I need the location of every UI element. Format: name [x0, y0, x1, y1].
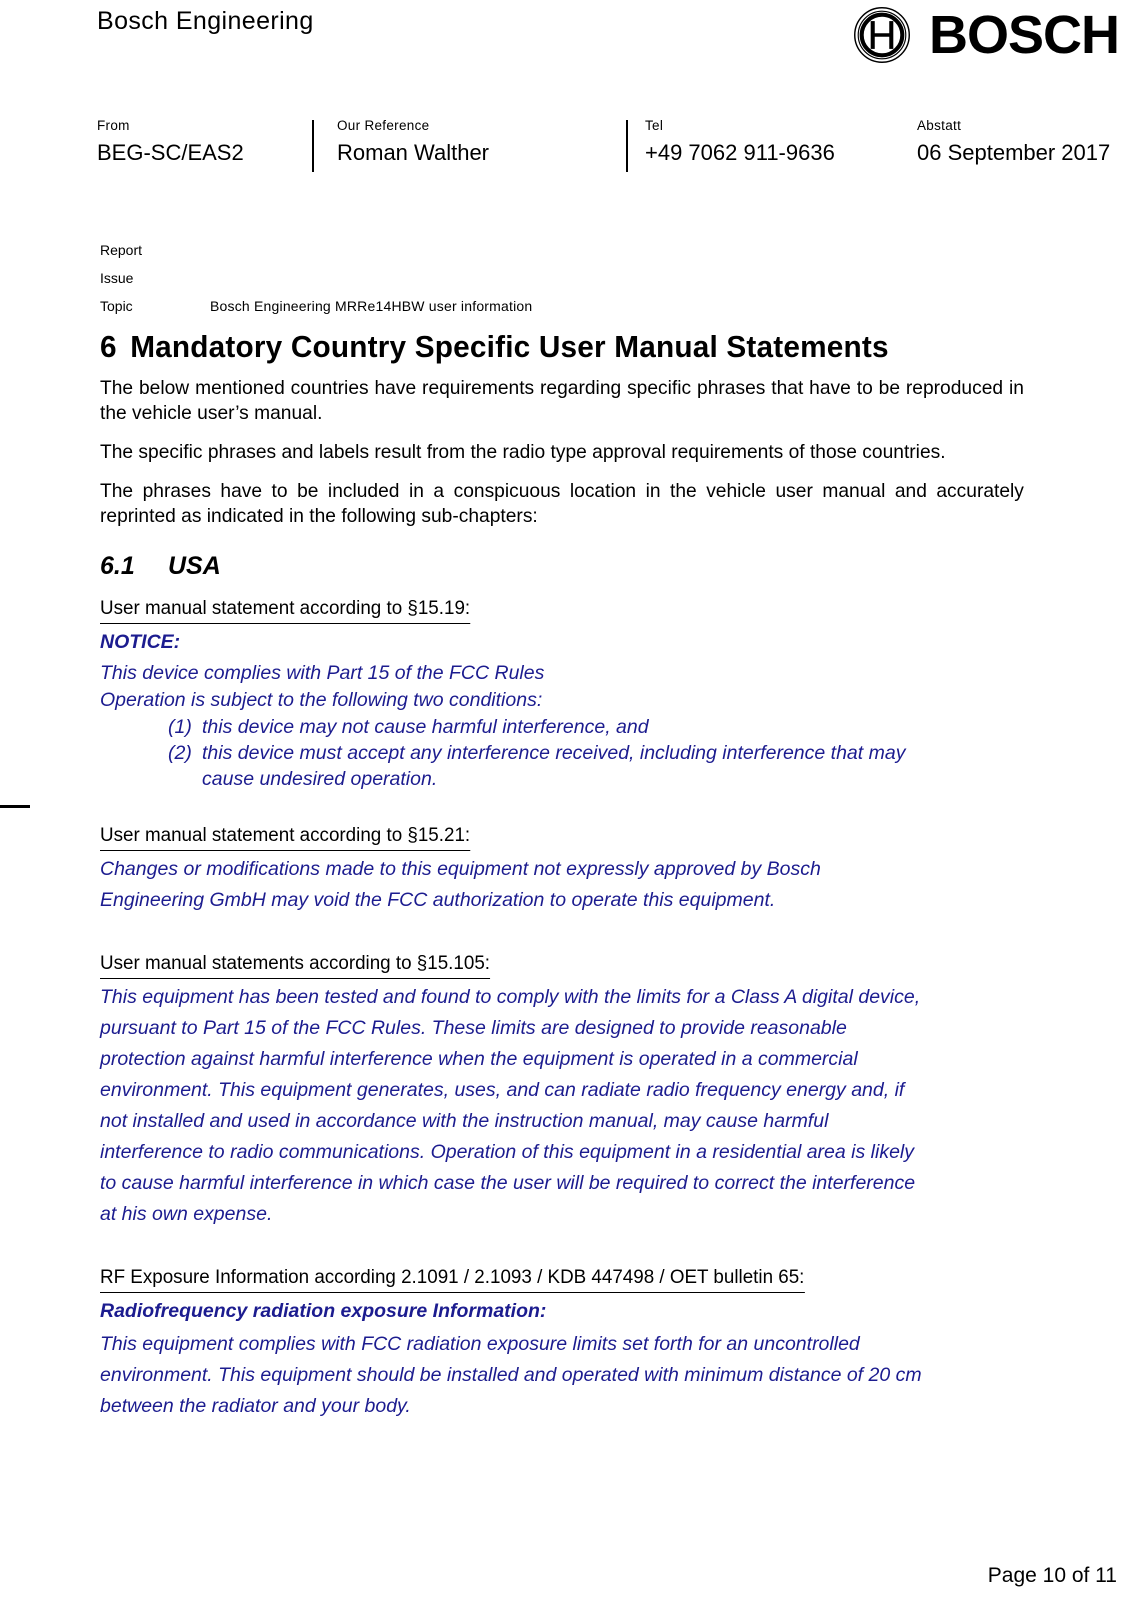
meta-divider-1 [312, 120, 314, 172]
doc-meta-report: Report [100, 236, 1000, 264]
meta-value-our-reference: Roman Walther [337, 140, 490, 165]
doc-meta-topic: Topic Bosch Engineering MRRe14HBW user i… [100, 292, 1000, 320]
bosch-circle-anchor-logo-icon [853, 6, 911, 64]
intro-paragraph-2: The specific phrases and labels result f… [100, 441, 946, 463]
statement-15-105-line-2: pursuant to Part 15 of the FCC Rules. Th… [100, 1017, 847, 1039]
meta-label-our-reference: Our Reference [337, 118, 430, 133]
spacer-after-15-21 [100, 916, 1038, 950]
meta-field-our-reference: Our Reference Roman Walther [337, 118, 627, 168]
condition-marker-1: (1) [168, 716, 192, 738]
bosch-logo: BOSCH [853, 5, 1120, 65]
meta-label-tel: Tel [645, 118, 664, 133]
chapter-heading: 6 Mandatory Country Specific User Manual … [100, 328, 1000, 366]
spacer-after-15-19 [100, 792, 1038, 822]
chapter-title: Mandatory Country Specific User Manual S… [130, 329, 889, 364]
bosch-wordmark: BOSCH [928, 5, 1120, 65]
letterhead-meta-row: From BEG-SC/EAS2 Our Reference Roman Wal… [97, 118, 1127, 174]
meta-field-from: From BEG-SC/EAS2 [97, 118, 332, 168]
doc-meta-report-label: Report [100, 242, 143, 258]
condition-item-2: (2) this device must accept any interfer… [168, 740, 1038, 766]
document-meta-block: Report Issue Topic Bosch Engineering MRR… [100, 236, 1000, 320]
statement-15-21-line-2: Engineering GmbH may void the FCC author… [100, 889, 776, 911]
statement-rf-line-1: This equipment complies with FCC radiati… [100, 1333, 860, 1355]
condition-continuation: cause undesired operation. [202, 768, 438, 790]
statement-15-19-line-2: Operation is subject to the following tw… [100, 689, 543, 711]
statement-heading-15-105: User manual statements according to §15.… [100, 950, 491, 979]
meta-label-abstatt: Abstatt [917, 118, 962, 133]
statement-15-105-line-4: environment. This equipment generates, u… [100, 1079, 905, 1101]
statement-heading-15-21: User manual statement according to §15.2… [100, 822, 471, 851]
statement-block-15-19: User manual statement according to §15.1… [100, 595, 1038, 792]
statement-15-105-line-5: not installed and used in accordance wit… [100, 1110, 829, 1132]
condition-text-2: this device must accept any interference… [202, 742, 906, 764]
statement-block-rf-exposure: RF Exposure Information according 2.1091… [100, 1264, 1038, 1422]
statement-block-15-105: User manual statements according to §15.… [100, 950, 1038, 1230]
doc-meta-issue: Issue [100, 264, 1000, 292]
meta-value-tel: +49 7062 911-9636 [645, 140, 835, 165]
statement-15-105-line-7: to cause harmful interference in which c… [100, 1172, 916, 1194]
meta-label-from: From [97, 118, 130, 133]
chapter-number: 6 [100, 329, 117, 364]
doc-meta-topic-label: Topic [100, 298, 133, 314]
statement-15-105-line-8: at his own expense. [100, 1203, 273, 1225]
statement-rf-lead: Radiofrequency radiation exposure Inform… [100, 1300, 547, 1322]
document-page: Bosch Engineering BOSCH From BEG-SC/EAS2… [0, 0, 1147, 1611]
statement-15-105-line-6: interference to radio communications. Op… [100, 1141, 915, 1163]
statement-heading-15-19: User manual statement according to §15.1… [100, 595, 471, 624]
statement-rf-line-3: between the radiator and your body. [100, 1395, 411, 1417]
meta-value-date: 06 September 2017 [917, 140, 1111, 165]
meta-value-from: BEG-SC/EAS2 [97, 140, 244, 165]
condition-text-1: this device may not cause harmful interf… [202, 716, 649, 738]
statement-15-19-conditions: (1) this device may not cause harmful in… [100, 714, 1038, 766]
statement-15-105-line-1: This equipment has been tested and found… [100, 986, 921, 1008]
doc-meta-topic-value: Bosch Engineering MRRe14HBW user informa… [210, 298, 533, 314]
meta-field-abstatt-date: Abstatt 06 September 2017 [917, 118, 1147, 168]
condition-item-1: (1) this device may not cause harmful in… [168, 714, 1038, 740]
subchapter-number: 6.1 [100, 552, 135, 580]
statement-15-105-line-3: protection against harmful interference … [100, 1048, 858, 1070]
subchapter-heading-usa: 6.1 USA [100, 551, 1038, 581]
spacer-after-15-105 [100, 1230, 1038, 1264]
statement-rf-line-2: environment. This equipment should be in… [100, 1364, 922, 1386]
doc-meta-issue-label: Issue [100, 270, 134, 286]
margin-change-mark [0, 805, 30, 808]
statement-15-19-line-1: This device complies with Part 15 of the… [100, 662, 545, 684]
meta-divider-2 [626, 120, 628, 172]
statement-15-21-line-1: Changes or modifications made to this eq… [100, 858, 821, 880]
document-body: 6 Mandatory Country Specific User Manual … [100, 328, 1038, 1422]
condition-marker-2: (2) [168, 742, 192, 764]
statement-heading-rf-exposure: RF Exposure Information according 2.1091… [100, 1264, 805, 1293]
intro-paragraph-3: The phrases have to be included in a con… [100, 480, 1024, 527]
page-footer: Page 10 of 11 [987, 1564, 1117, 1587]
meta-field-tel: Tel +49 7062 911-9636 [645, 118, 915, 168]
statement-block-15-21: User manual statement according to §15.2… [100, 822, 1038, 916]
brand-title: Bosch Engineering [97, 7, 314, 35]
statement-notice-label: NOTICE: [100, 631, 181, 653]
subchapter-title: USA [168, 552, 221, 580]
intro-paragraph-1: The below mentioned countries have requi… [100, 377, 1024, 424]
